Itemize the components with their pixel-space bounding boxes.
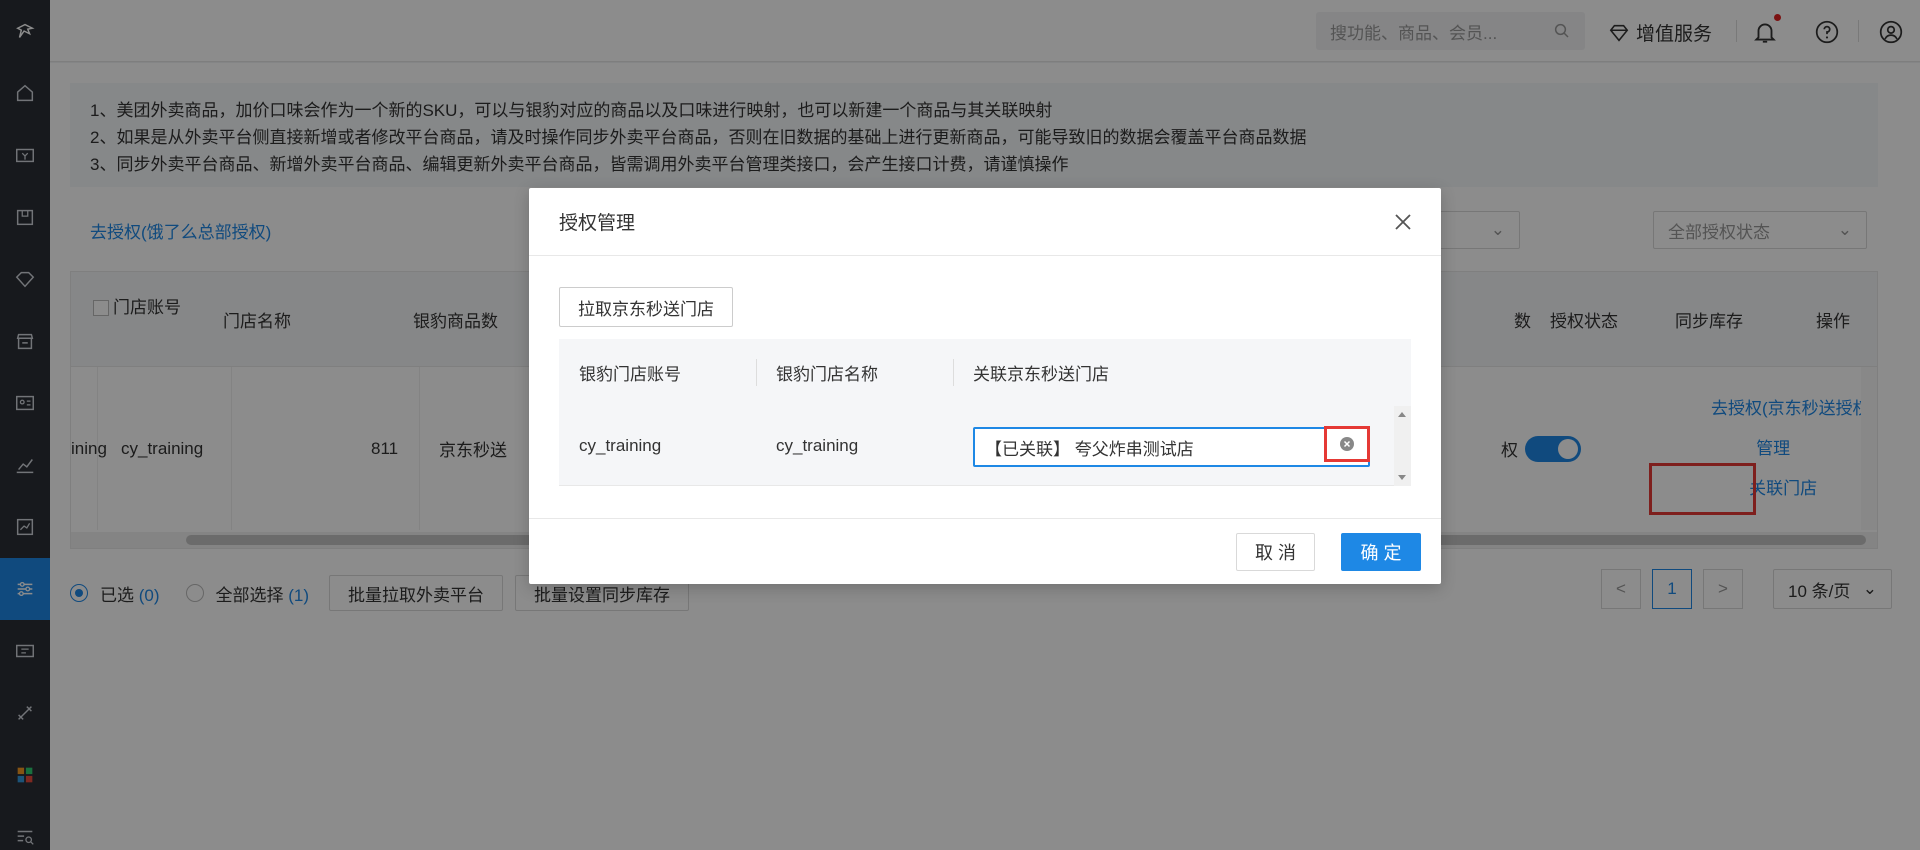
modal-table-scrollbar[interactable] (1394, 406, 1411, 486)
scroll-down-icon[interactable] (1398, 475, 1406, 480)
modal-footer: 取 消 确 定 (529, 518, 1441, 584)
auth-management-modal: 授权管理 拉取京东秒送门店 银豹门店账号 银豹门店名称 关联京东秒送门店 cy_… (529, 188, 1441, 584)
divider (953, 359, 954, 386)
confirm-button[interactable]: 确 定 (1341, 533, 1421, 571)
modal-cell-account: cy_training (579, 436, 662, 455)
modal-table-header: 银豹门店账号 银豹门店名称 关联京东秒送门店 (559, 339, 1411, 406)
modal-cell-name: cy_training (776, 436, 859, 455)
scroll-up-icon[interactable] (1398, 412, 1406, 417)
modal-store-table: 银豹门店账号 银豹门店名称 关联京东秒送门店 cy_training cy_tr… (559, 339, 1411, 489)
pull-jd-stores-button[interactable]: 拉取京东秒送门店 (559, 287, 733, 327)
clear-icon[interactable] (1339, 436, 1355, 452)
table-row: cy_training cy_training 【已关联】 夸父炸串测试店 (559, 406, 1394, 486)
modal-header-linked: 关联京东秒送门店 (973, 365, 1109, 384)
linked-store-value: 【已关联】 夸父炸串测试店 (985, 439, 1194, 459)
cancel-button[interactable]: 取 消 (1236, 533, 1315, 571)
linked-store-select[interactable]: 【已关联】 夸父炸串测试店 (973, 427, 1370, 467)
close-icon[interactable] (1391, 210, 1415, 234)
modal-header-account: 银豹门店账号 (579, 365, 681, 384)
modal-header: 授权管理 (529, 188, 1441, 256)
divider (756, 359, 757, 386)
modal-header-name: 银豹门店名称 (776, 365, 878, 384)
modal-title: 授权管理 (559, 213, 636, 234)
